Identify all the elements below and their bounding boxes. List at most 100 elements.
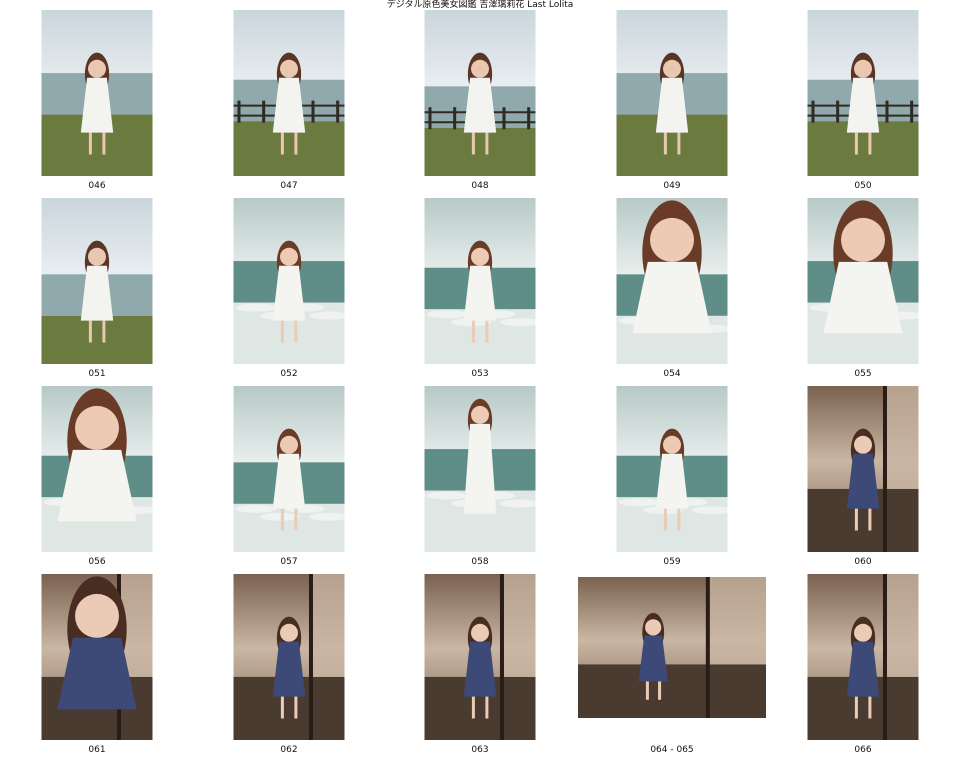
photo-image — [41, 386, 153, 552]
photo-frame[interactable] — [424, 386, 536, 552]
photo-frame[interactable] — [807, 386, 919, 552]
photo-image — [424, 10, 536, 176]
photo-image — [616, 198, 728, 364]
photo-image — [807, 198, 919, 364]
face — [471, 405, 489, 424]
photo-image — [578, 577, 766, 718]
thumbnail-048[interactable]: 048 — [385, 0, 575, 191]
thumbnail-064-065[interactable]: 064 - 065 — [577, 564, 767, 755]
photo-frame[interactable] — [616, 10, 728, 176]
fence-post — [311, 100, 315, 123]
face — [280, 623, 298, 642]
photo-frame[interactable] — [41, 386, 153, 552]
photo-image — [424, 198, 536, 364]
photo-frame[interactable] — [424, 574, 536, 740]
thumbnail-060[interactable]: 060 — [768, 376, 958, 567]
fence-post — [262, 100, 266, 123]
photo-image — [616, 386, 728, 552]
photo-frame[interactable] — [233, 10, 345, 176]
face — [854, 59, 872, 78]
thumbnail-052[interactable]: 052 — [194, 188, 384, 379]
face — [471, 59, 489, 78]
window-light — [885, 574, 919, 677]
fence-post — [910, 100, 914, 123]
photo-frame[interactable] — [616, 198, 728, 364]
window-frame — [308, 574, 313, 740]
face — [88, 247, 106, 266]
face — [471, 623, 489, 642]
leg — [868, 696, 872, 719]
face — [663, 435, 681, 454]
leg — [294, 132, 298, 155]
photo-frame[interactable] — [578, 577, 766, 718]
face — [841, 217, 885, 262]
thumbnail-label: 066 — [854, 745, 872, 755]
leg — [471, 696, 475, 719]
photo-frame[interactable] — [424, 198, 536, 364]
wave-foam — [235, 303, 276, 312]
thumbnail-label: 064 - 065 — [650, 745, 694, 755]
photo-frame[interactable] — [233, 386, 345, 552]
photo-frame[interactable] — [424, 10, 536, 176]
photo-frame[interactable] — [41, 198, 153, 364]
face — [280, 59, 298, 78]
photo-image — [424, 574, 536, 740]
thumbnail-049[interactable]: 049 — [577, 0, 767, 191]
photo-frame[interactable] — [41, 10, 153, 176]
leg — [88, 132, 92, 155]
thumbnail-050[interactable]: 050 — [768, 0, 958, 191]
photo-image — [233, 386, 345, 552]
photo-frame[interactable] — [233, 574, 345, 740]
window-light — [502, 574, 536, 677]
window-frame — [882, 386, 887, 552]
leg — [280, 132, 284, 155]
wave-foam — [426, 491, 467, 500]
photo-frame[interactable] — [616, 386, 728, 552]
photo-frame[interactable] — [807, 574, 919, 740]
thumbnail-051[interactable]: 051 — [2, 188, 192, 379]
thumbnail-054[interactable]: 054 — [577, 188, 767, 379]
photo-frame[interactable] — [807, 198, 919, 364]
leg — [485, 320, 489, 343]
thumbnail-055[interactable]: 055 — [768, 188, 958, 379]
fence-post — [428, 107, 432, 130]
thumbnail-062[interactable]: 062 — [194, 564, 384, 755]
thumbnail-063[interactable]: 063 — [385, 564, 575, 755]
window-light — [311, 574, 345, 677]
leg — [280, 320, 284, 343]
leg — [868, 508, 872, 531]
thumbnail-053[interactable]: 053 — [385, 188, 575, 379]
thumbnail-061[interactable]: 061 — [2, 564, 192, 755]
leg — [280, 696, 284, 719]
window-light — [709, 577, 766, 665]
thumbnail-label: 063 — [471, 745, 489, 755]
thumbnail-056[interactable]: 056 — [2, 376, 192, 567]
thumbnail-046[interactable]: 046 — [2, 0, 192, 191]
thumbnail-057[interactable]: 057 — [194, 376, 384, 567]
wave-foam — [618, 498, 659, 507]
thumbnail-066[interactable]: 066 — [768, 564, 958, 755]
window-frame — [705, 577, 710, 718]
fence-post — [811, 100, 815, 123]
leg — [677, 132, 681, 155]
thumbnail-058[interactable]: 058 — [385, 376, 575, 567]
leg — [88, 320, 92, 343]
window-light — [885, 386, 919, 489]
face — [75, 405, 119, 450]
face — [88, 59, 106, 78]
photo-frame[interactable] — [807, 10, 919, 176]
thumbnail-059[interactable]: 059 — [577, 376, 767, 567]
fence-post — [836, 100, 840, 123]
leg — [645, 681, 649, 700]
thumbnail-047[interactable]: 047 — [194, 0, 384, 191]
photo-frame[interactable] — [41, 574, 153, 740]
wave-foam — [426, 310, 467, 319]
ground-area — [424, 127, 536, 176]
photo-frame[interactable] — [233, 198, 345, 364]
photo-image — [41, 10, 153, 176]
photo-image — [233, 10, 345, 176]
photo-image — [41, 574, 153, 740]
photo-image — [807, 10, 919, 176]
face — [645, 619, 662, 636]
floor-area — [578, 664, 766, 718]
